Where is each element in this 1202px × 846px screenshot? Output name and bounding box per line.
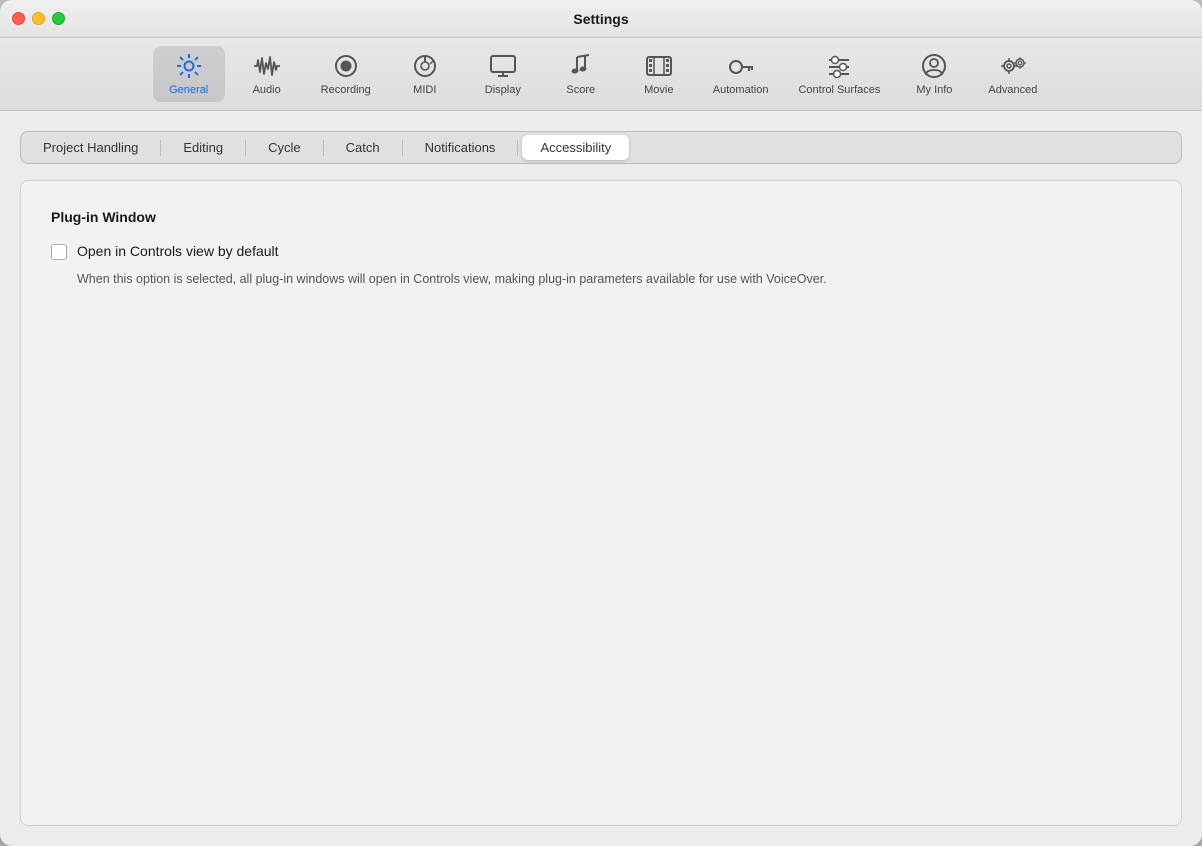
toolbar-label-automation: Automation: [713, 84, 769, 96]
gear-settings-icon: [175, 52, 203, 80]
toolbar-item-general[interactable]: General: [153, 46, 225, 102]
subtab-divider-1: [160, 140, 161, 156]
subtab-cycle[interactable]: Cycle: [250, 135, 319, 160]
toolbar-item-movie[interactable]: Movie: [623, 46, 695, 102]
subtab-divider-3: [323, 140, 324, 156]
toolbar-item-audio[interactable]: Audio: [231, 46, 303, 102]
toolbar-label-audio: Audio: [253, 84, 281, 96]
person-circle-icon: [920, 52, 948, 80]
toolbar-label-movie: Movie: [644, 84, 673, 96]
checkbox-controls-view[interactable]: [51, 244, 67, 260]
toolbar: General Audio Recording: [0, 38, 1202, 111]
content-area: Project Handling Editing Cycle Catch Not…: [0, 111, 1202, 846]
toolbar-item-advanced[interactable]: Advanced: [976, 46, 1049, 102]
toolbar-label-midi: MIDI: [413, 84, 436, 96]
maximize-button[interactable]: [52, 12, 65, 25]
subtab-editing[interactable]: Editing: [165, 135, 241, 160]
recording-circle-icon: [332, 52, 360, 80]
settings-window: Settings: [0, 0, 1202, 846]
toolbar-label-general: General: [169, 84, 208, 96]
checkbox-row-controls-view: Open in Controls view by default: [51, 243, 1151, 260]
toolbar-item-midi[interactable]: MIDI: [389, 46, 461, 102]
toolbar-label-control-surfaces: Control Surfaces: [798, 84, 880, 96]
automation-path-icon: [727, 52, 755, 80]
toolbar-item-score[interactable]: Score: [545, 46, 617, 102]
score-notes-icon: [567, 52, 595, 80]
toolbar-item-my-info[interactable]: My Info: [898, 46, 970, 102]
close-button[interactable]: [12, 12, 25, 25]
subtabs-bar: Project Handling Editing Cycle Catch Not…: [20, 131, 1182, 164]
toolbar-label-advanced: Advanced: [988, 84, 1037, 96]
advanced-gear-icon: [999, 52, 1027, 80]
subtab-catch[interactable]: Catch: [328, 135, 398, 160]
minimize-button[interactable]: [32, 12, 45, 25]
section-title-plugin-window: Plug-in Window: [51, 209, 1151, 225]
movie-film-icon: [645, 52, 673, 80]
toolbar-label-display: Display: [485, 84, 521, 96]
toolbar-item-control-surfaces[interactable]: Control Surfaces: [786, 46, 892, 102]
subtab-divider-5: [517, 140, 518, 156]
toolbar-item-recording[interactable]: Recording: [309, 46, 383, 102]
toolbar-label-score: Score: [566, 84, 595, 96]
toolbar-item-display[interactable]: Display: [467, 46, 539, 102]
checkbox-description-controls-view: When this option is selected, all plug-i…: [77, 270, 1151, 289]
audio-waveform-icon: [253, 52, 281, 80]
checkbox-label-controls-view: Open in Controls view by default: [77, 243, 279, 259]
settings-panel: Plug-in Window Open in Controls view by …: [20, 180, 1182, 826]
window-title: Settings: [573, 11, 628, 27]
toolbar-label-recording: Recording: [321, 84, 371, 96]
titlebar: Settings: [0, 0, 1202, 38]
toolbar-label-my-info: My Info: [916, 84, 952, 96]
subtab-divider-2: [245, 140, 246, 156]
traffic-lights: [12, 12, 65, 25]
toolbar-item-automation[interactable]: Automation: [701, 46, 781, 102]
display-monitor-icon: [489, 52, 517, 80]
midi-dial-icon: [411, 52, 439, 80]
subtab-notifications[interactable]: Notifications: [407, 135, 514, 160]
subtab-accessibility[interactable]: Accessibility: [522, 135, 629, 160]
control-sliders-icon: [825, 52, 853, 80]
subtab-project-handling[interactable]: Project Handling: [25, 135, 156, 160]
subtab-divider-4: [402, 140, 403, 156]
